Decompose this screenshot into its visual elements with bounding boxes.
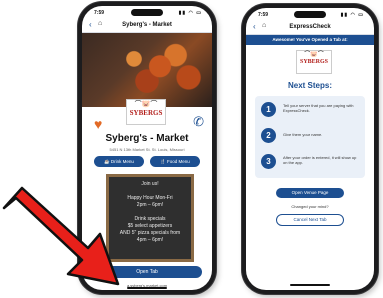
nav-bar: ‹ ⌂ Syberg's - Market — [82, 18, 212, 33]
step-number: 3 — [261, 154, 276, 169]
food-menu-button[interactable]: 🍴 Food Menu — [150, 156, 200, 167]
step-text: Give them your name. — [283, 132, 323, 137]
logo-text: SYBERGS — [129, 109, 163, 117]
call-phone-icon[interactable]: ✆ — [193, 114, 204, 130]
home-indicator — [290, 284, 330, 286]
cancel-tab-button[interactable]: Cancel Next Tab — [276, 214, 344, 226]
mascot-icon: ⌒🐷⌒ — [304, 52, 324, 58]
status-time: 7:59 — [94, 10, 105, 16]
venue-logo: ⌒🐷⌒ SYBERGS — [126, 99, 166, 125]
tab-opened-banner: Awesome! You've Opened a Tab at: — [246, 35, 374, 45]
steps-panel: 1 Tell your server that you are paying w… — [255, 96, 365, 178]
step-item: 2 Give them your name. — [261, 126, 361, 148]
right-screen: 7:59 ▮▮ ◠ ▭ ‹ ⌂ ExpressCheck Awesome! Yo… — [246, 8, 374, 290]
step-number: 2 — [261, 128, 276, 143]
nav-title: ExpressCheck — [289, 24, 331, 30]
status-time: 7:59 — [258, 12, 269, 18]
nav-bar: ‹ ⌂ ExpressCheck — [246, 20, 374, 35]
notch — [131, 9, 163, 16]
arrow-shape — [2, 186, 120, 286]
logo-text: SYBERGS — [299, 59, 328, 65]
venue-logo: ⌒🐷⌒ SYBERGS — [296, 50, 332, 74]
changed-mind-text: Changed your mind? — [291, 204, 329, 209]
mascot-icon: ⌒🐷⌒ — [134, 101, 158, 108]
right-phone: 7:59 ▮▮ ◠ ▭ ‹ ⌂ ExpressCheck Awesome! Yo… — [242, 4, 378, 294]
step-number: 1 — [261, 102, 276, 117]
hero-food-image — [82, 33, 212, 107]
drink-menu-button[interactable]: ☕ Drink Menu — [94, 156, 144, 167]
home-indicator — [127, 287, 167, 289]
step-text: Tell your server that you are paying wit… — [283, 103, 354, 113]
signal-icon: ▮▮ ◠ ▭ — [340, 12, 364, 18]
red-arrow-pointer — [2, 186, 120, 286]
venue-address: 5451 N 13th Market St. St. Louis, Missou… — [109, 147, 185, 152]
signal-icon: ▮▮ ◠ ▭ — [178, 10, 202, 16]
step-item: 1 Tell your server that you are paying w… — [261, 100, 361, 122]
step-item: 3 After your order is entered, it will s… — [261, 152, 361, 174]
step-text: After your order is entered, it will sho… — [283, 155, 357, 165]
next-steps-title: Next Steps: — [287, 81, 332, 90]
favorite-heart-icon[interactable]: ♥ — [94, 116, 102, 132]
nav-title: Syberg's - Market — [122, 22, 172, 28]
notch — [294, 11, 326, 18]
open-venue-page-button[interactable]: Open Venue Page — [276, 188, 344, 198]
venue-title: Syberg's - Market — [105, 133, 189, 144]
